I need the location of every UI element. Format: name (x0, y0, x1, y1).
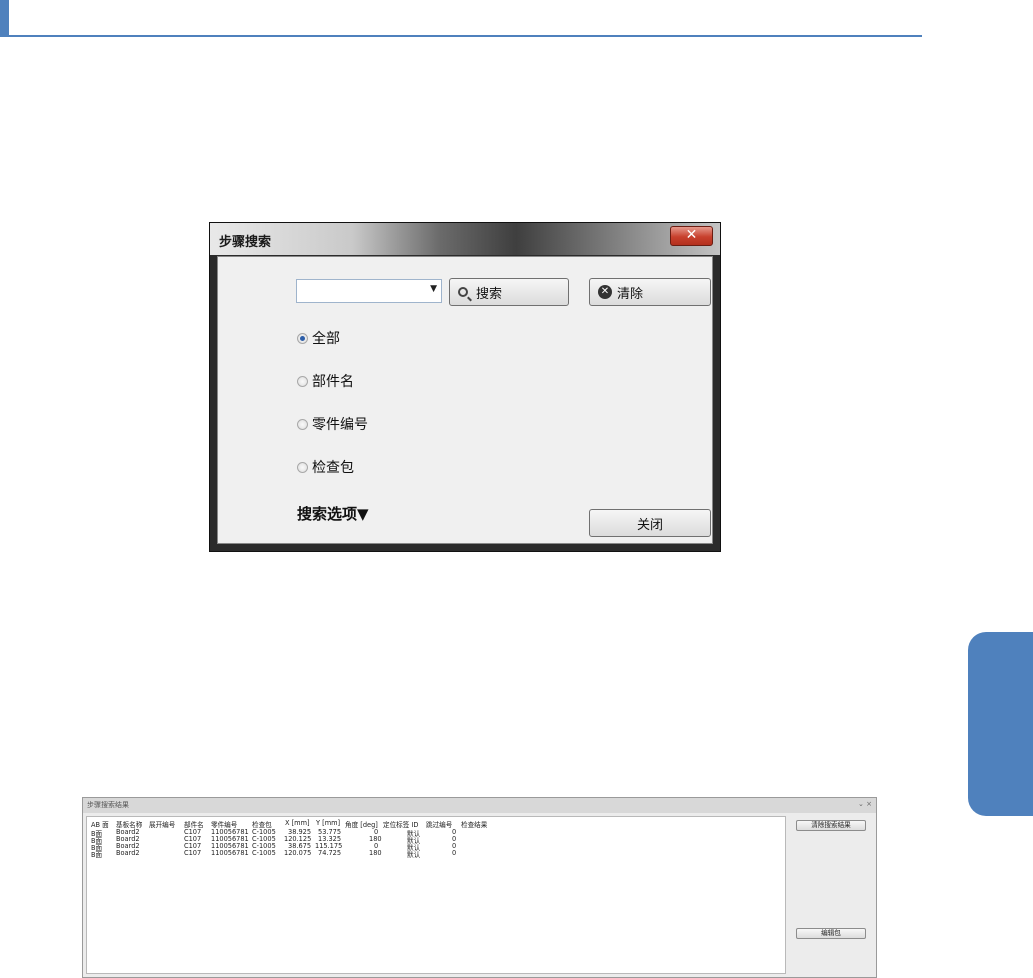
clear-icon: ✕ (598, 285, 612, 299)
search-icon (458, 287, 468, 297)
radio-inspection-package[interactable]: 检查包 (297, 457, 354, 477)
radio-label: 零件编号 (312, 417, 368, 433)
search-options-toggle[interactable]: 搜索选项▼ (297, 503, 369, 524)
radio-button-selected[interactable] (297, 332, 308, 344)
search-combobox[interactable]: ▼ (296, 279, 442, 303)
dialog-body: ▼ 搜索 ✕ 清除 全部 部件名 零件编号 检查包 搜索选项▼ 关闭 (217, 256, 713, 544)
table-cell: 74.725 (318, 849, 342, 857)
radio-label: 全部 (312, 331, 340, 347)
edit-package-button[interactable]: 编辑包 (796, 928, 866, 939)
radio-label: 部件名 (312, 374, 354, 390)
close-icon[interactable]: ✕ (670, 226, 713, 246)
window-controls[interactable]: ⌄ × (858, 800, 872, 808)
dialog-title-bar: 步骤搜索 ✕ (210, 223, 720, 255)
radio-all[interactable]: 全部 (297, 328, 340, 348)
table-cell: 110056781 (211, 849, 249, 857)
table-cell: 120.075 (284, 849, 312, 857)
step-search-dialog: 步骤搜索 ✕ ▼ 搜索 ✕ 清除 全部 部件名 零件编号 检查包 搜索选项▼ 关… (209, 222, 721, 552)
radio-part-name[interactable]: 部件名 (297, 371, 354, 391)
close-button[interactable]: 关闭 (589, 509, 711, 537)
radio-button[interactable] (297, 461, 308, 473)
table-row[interactable]: B面 Board2 C107 110056781 C-1005 38.675 1… (87, 842, 785, 852)
radio-button[interactable] (297, 418, 308, 430)
results-side-panel: 清除搜索结果 编辑包 (787, 816, 873, 974)
header-accent-bar (0, 0, 9, 36)
radio-button[interactable] (297, 375, 308, 387)
column-header[interactable]: X [mm] (285, 819, 310, 827)
table-row[interactable]: B面 Board2 C107 110056781 C-1005 120.125 … (87, 835, 785, 845)
results-title-bar: 步骤搜索结果 ⌄ × (83, 798, 876, 813)
results-window-title: 步骤搜索结果 (87, 801, 129, 809)
table-row[interactable]: B面 Board2 C107 110056781 C-1005 120.075 … (87, 849, 785, 859)
table-cell: C-1005 (252, 849, 276, 857)
table-cell: Board2 (116, 849, 140, 857)
dropdown-arrow-icon[interactable]: ▼ (430, 284, 437, 294)
table-cell: B面 (91, 851, 103, 859)
clear-button-label: 清除 (617, 286, 644, 302)
search-button-label: 搜索 (476, 286, 503, 302)
search-button[interactable]: 搜索 (449, 278, 569, 306)
table-row[interactable]: B面 Board2 C107 110056781 C-1005 38.925 5… (87, 828, 785, 838)
table-cell: C107 (184, 849, 202, 857)
table-cell: 180 (369, 849, 382, 857)
header-rule (0, 35, 922, 37)
radio-part-number[interactable]: 零件编号 (297, 414, 368, 434)
close-button-label: 关闭 (636, 517, 663, 533)
dialog-title: 步骤搜索 (219, 235, 272, 250)
search-results-window: 步骤搜索结果 ⌄ × AB 面 基板名称 展开编号 部件名 零件编号 检查包 X… (82, 797, 877, 978)
column-header[interactable]: Y [mm] (316, 819, 340, 827)
table-cell: 默认 (407, 851, 421, 859)
radio-label: 检查包 (312, 460, 354, 476)
clear-search-results-button[interactable]: 清除搜索结果 (796, 820, 866, 831)
table-header-row: AB 面 基板名称 展开编号 部件名 零件编号 检查包 X [mm] Y [mm… (87, 819, 785, 829)
results-table[interactable]: AB 面 基板名称 展开编号 部件名 零件编号 检查包 X [mm] Y [mm… (86, 816, 786, 974)
clear-button[interactable]: ✕ 清除 (589, 278, 711, 306)
chapter-side-tab (968, 632, 1033, 816)
table-cell: 0 (452, 849, 457, 857)
